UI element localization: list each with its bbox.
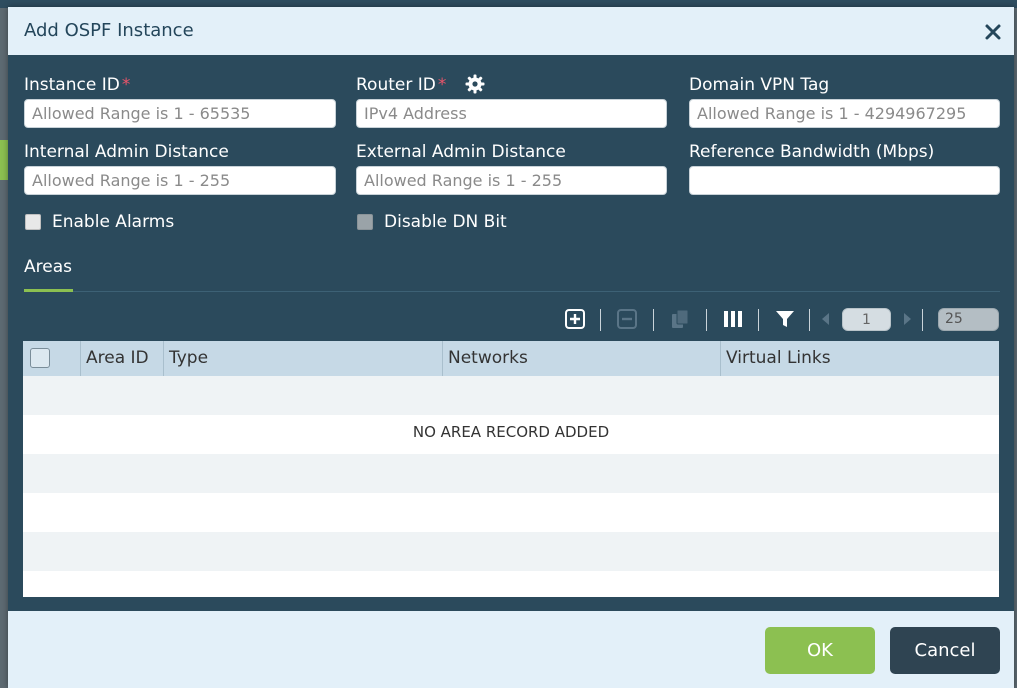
disable-dn-bit-label: Disable DN Bit xyxy=(384,212,507,232)
enable-alarms-label: Enable Alarms xyxy=(52,212,175,232)
select-all-cell xyxy=(23,341,81,376)
active-tab-indicator xyxy=(24,289,73,292)
table-row xyxy=(23,571,999,597)
tab-areas[interactable]: Areas xyxy=(24,257,72,277)
page-size-select[interactable]: 25 xyxy=(938,308,999,331)
required-marker: * xyxy=(437,75,447,95)
add-ospf-instance-dialog: Add OSPF Instance Instance ID* Router ID… xyxy=(8,7,1014,688)
internal-admin-distance-label: Internal Admin Distance xyxy=(24,142,229,162)
reference-bandwidth-input[interactable] xyxy=(689,166,1000,195)
dialog-title: Add OSPF Instance xyxy=(24,20,194,41)
instance-id-label: Instance ID * xyxy=(24,75,131,95)
column-header-networks[interactable]: Networks xyxy=(443,341,721,376)
external-admin-distance-label: External Admin Distance xyxy=(356,142,566,162)
column-header-virtual-links[interactable]: Virtual Links xyxy=(721,341,999,376)
toolbar-separator xyxy=(758,309,759,331)
table-row xyxy=(23,454,999,493)
reference-bandwidth-label: Reference Bandwidth (Mbps) xyxy=(689,142,935,162)
ok-button[interactable]: OK xyxy=(765,627,875,674)
dialog-footer: OK Cancel xyxy=(8,611,1014,688)
domain-vpn-tag-label: Domain VPN Tag xyxy=(689,75,830,95)
columns-icon[interactable] xyxy=(722,308,744,330)
table-row xyxy=(23,532,999,571)
router-id-input[interactable] xyxy=(356,99,667,128)
copy-icon[interactable] xyxy=(669,308,691,330)
toolbar-separator xyxy=(706,309,707,331)
external-admin-distance-input[interactable] xyxy=(356,166,667,195)
table-row xyxy=(23,376,999,415)
toolbar-separator xyxy=(653,309,654,331)
column-header-area-id[interactable]: Area ID xyxy=(81,341,164,376)
filter-icon[interactable] xyxy=(774,308,796,330)
instance-id-input[interactable] xyxy=(24,99,336,128)
remove-icon[interactable] xyxy=(616,308,638,330)
grid-header: Area ID Type Networks Virtual Links xyxy=(23,341,999,376)
required-marker: * xyxy=(121,75,131,95)
gear-icon[interactable] xyxy=(465,74,485,94)
internal-admin-distance-input[interactable] xyxy=(24,166,336,195)
add-icon[interactable] xyxy=(564,308,586,330)
toolbar-separator xyxy=(809,309,810,331)
toolbar-separator xyxy=(600,309,601,331)
background-accent xyxy=(0,140,8,180)
toolbar-separator xyxy=(922,309,923,331)
domain-vpn-tag-input[interactable] xyxy=(689,99,1000,128)
table-row xyxy=(23,493,999,532)
close-icon[interactable] xyxy=(982,21,1004,43)
prev-page-icon[interactable] xyxy=(819,308,833,330)
enable-alarms-checkbox[interactable] xyxy=(25,214,41,230)
tab-divider xyxy=(24,291,1000,292)
select-all-checkbox[interactable] xyxy=(30,348,50,368)
column-header-type[interactable]: Type xyxy=(164,341,443,376)
empty-grid-message: NO AREA RECORD ADDED xyxy=(412,423,610,441)
dialog-titlebar: Add OSPF Instance xyxy=(8,7,1014,55)
disable-dn-bit-checkbox[interactable] xyxy=(357,214,373,230)
next-page-icon[interactable] xyxy=(900,308,914,330)
cancel-button[interactable]: Cancel xyxy=(890,627,1000,674)
areas-grid: Area ID Type Networks Virtual Links NO A… xyxy=(23,341,999,597)
page-number-input[interactable] xyxy=(842,308,891,331)
router-id-label: Router ID * xyxy=(356,75,447,95)
